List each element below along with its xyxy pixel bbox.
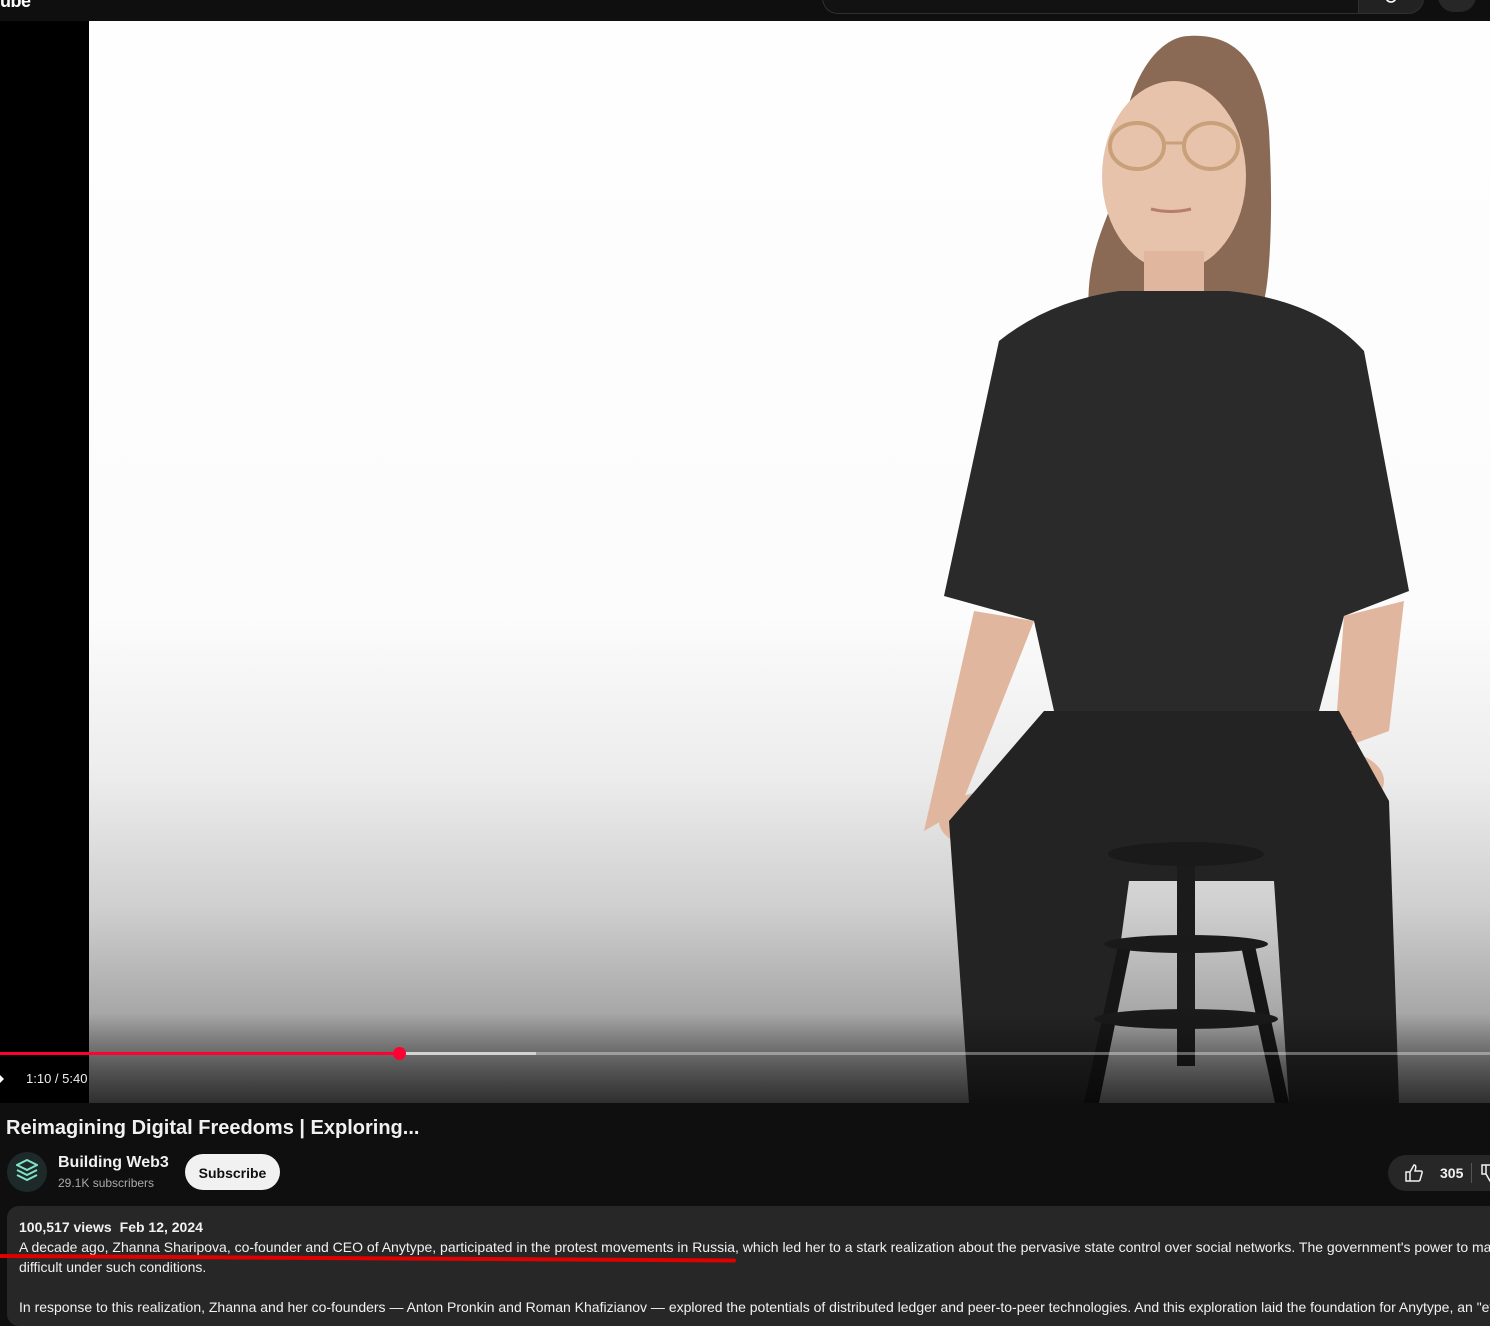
search-icon [1386, 0, 1396, 3]
thumbs-down-icon[interactable] [1480, 1163, 1490, 1183]
video-frame[interactable] [89, 21, 1490, 1103]
subscriber-count: 29.1K subscribers [58, 1176, 155, 1190]
description-box[interactable]: 100,517 views Feb 12, 2024 A decade ago, … [7, 1206, 1490, 1326]
create-button[interactable] [1438, 0, 1476, 12]
played-bar [0, 1052, 400, 1055]
view-count: 100,517 views [19, 1219, 112, 1235]
description-line-3: In response to this realization, Zhanna … [19, 1299, 1490, 1315]
masthead: ube [0, 0, 1490, 21]
time-display: 1:10 / 5:40 [26, 1071, 88, 1086]
search-button[interactable] [1358, 0, 1424, 14]
pill-divider [1471, 1163, 1472, 1183]
progress-bar[interactable] [0, 1047, 1490, 1060]
video-player[interactable]: 1:10 / 5:40 [0, 21, 1490, 1103]
controls-gradient [0, 1013, 1490, 1103]
channel-avatar[interactable] [7, 1152, 47, 1192]
video-title: Reimagining Digital Freedoms | Exploring… [6, 1117, 420, 1139]
subscribe-button[interactable]: Subscribe [185, 1154, 280, 1190]
upload-date: Feb 12, 2024 [119, 1219, 203, 1235]
channel-logo-icon [16, 1159, 38, 1182]
description-line-2: difficult under such conditions. [19, 1259, 207, 1275]
video-frame-image [924, 35, 1409, 1103]
youtube-logo[interactable]: ube [0, 0, 31, 12]
like-count: 305 [1440, 1165, 1464, 1181]
thumbs-up-icon[interactable] [1404, 1163, 1424, 1183]
description-meta: 100,517 views Feb 12, 2024 [19, 1219, 211, 1235]
like-dislike-pill: 305 [1388, 1155, 1490, 1191]
description-line-1: A decade ago, Zhanna Sharipova, co-found… [19, 1239, 1490, 1255]
search-input[interactable] [822, 0, 1361, 14]
channel-name[interactable]: Building Web3 [58, 1154, 169, 1172]
